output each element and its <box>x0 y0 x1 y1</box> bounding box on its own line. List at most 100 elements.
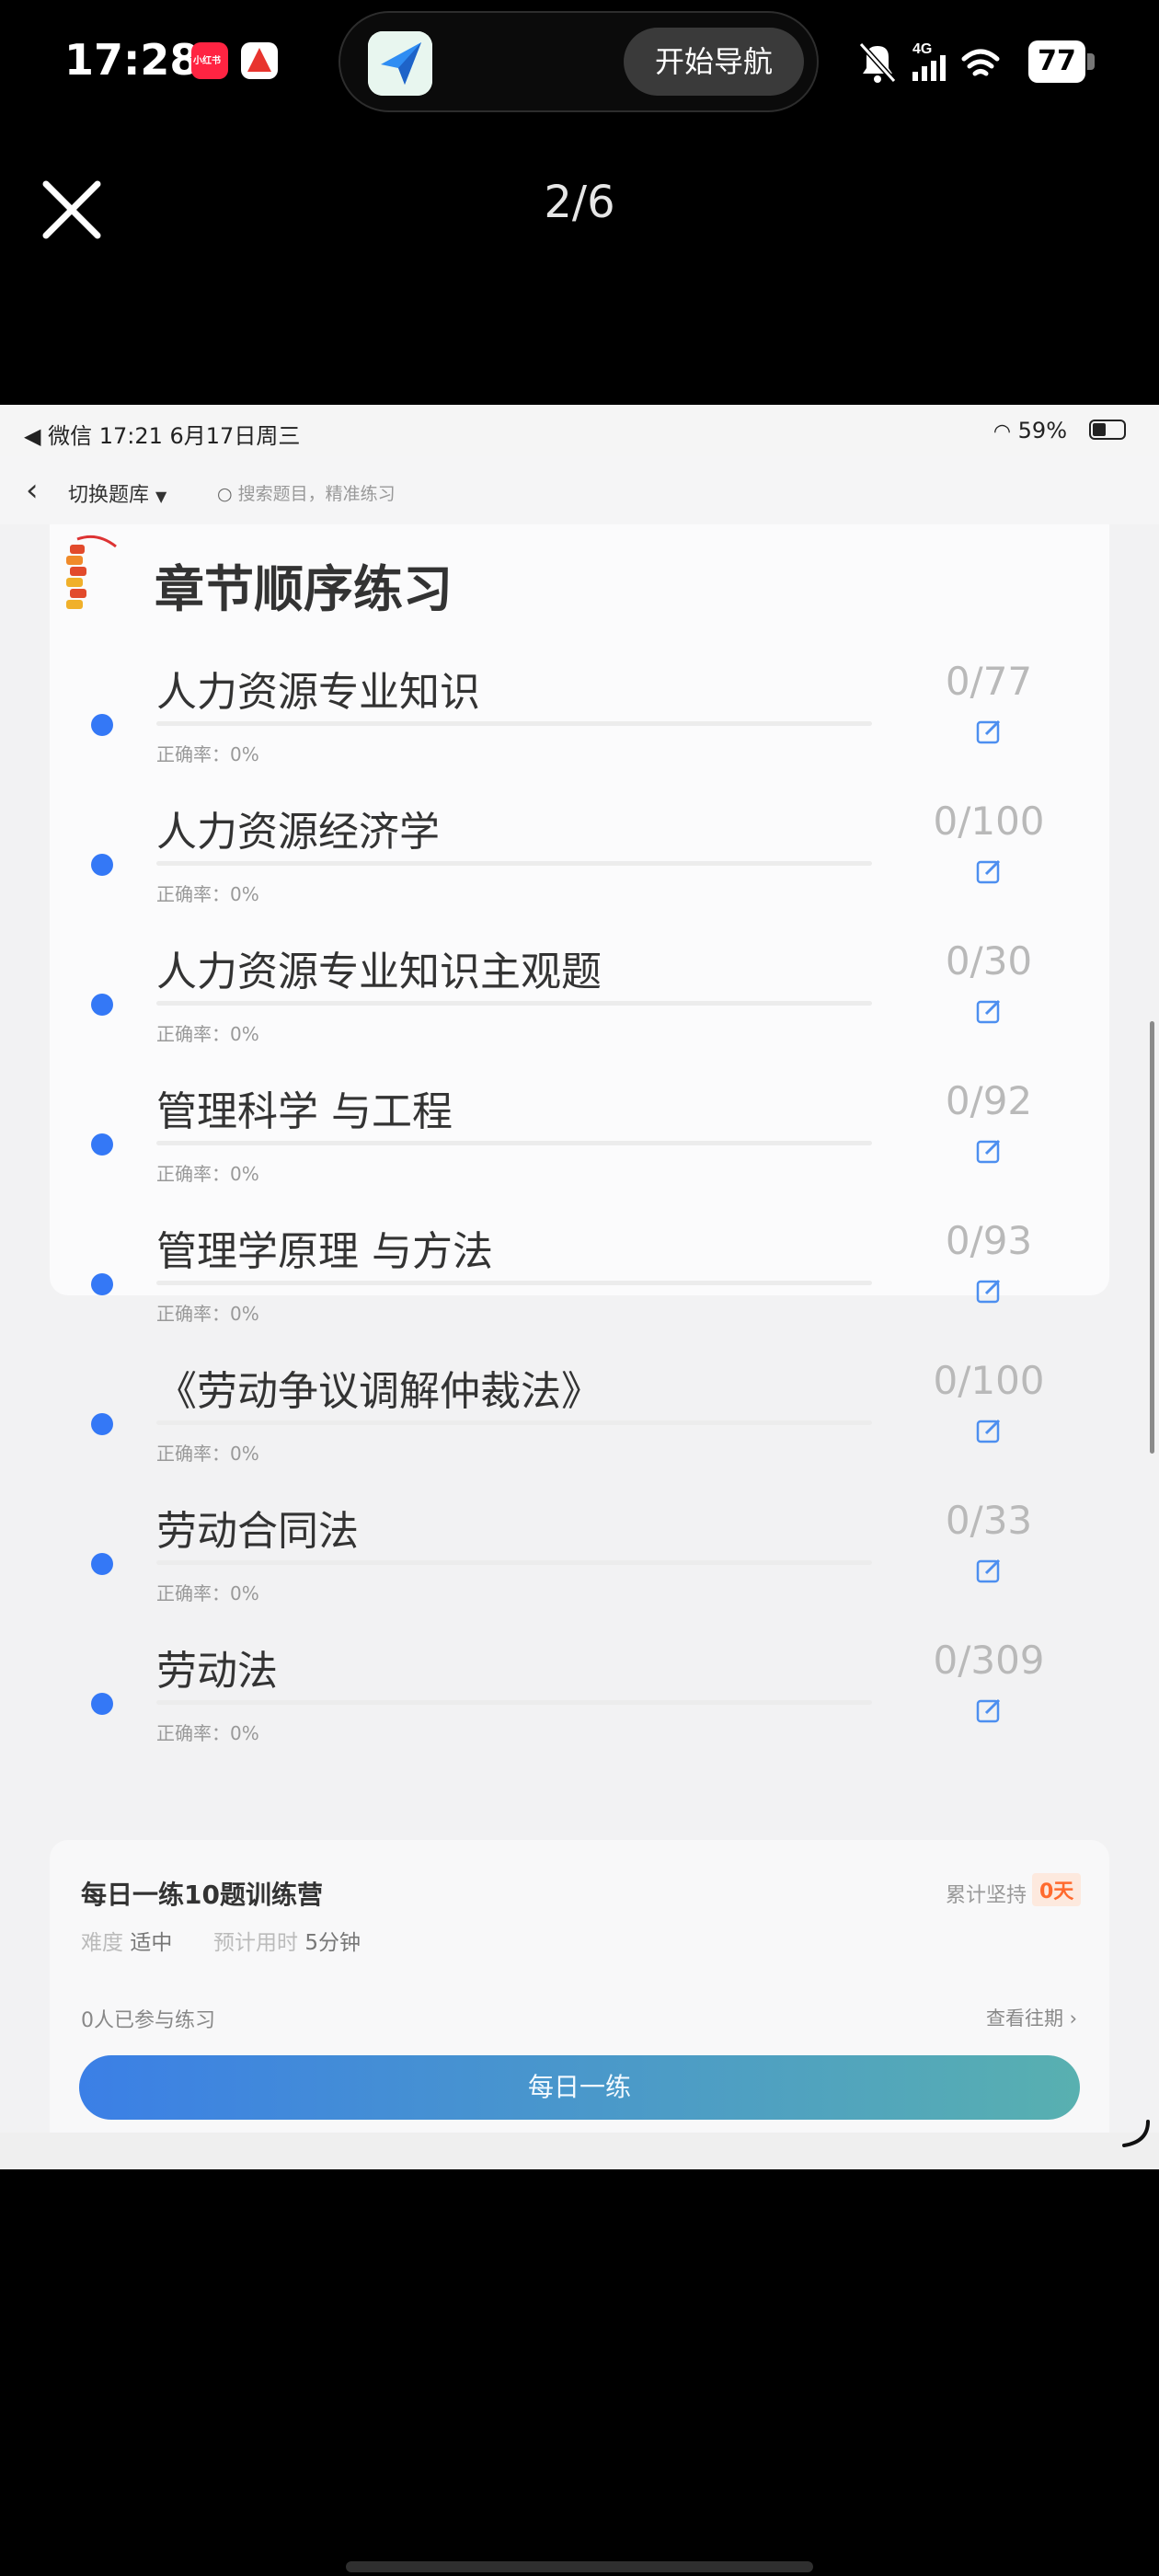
back-chevron-icon[interactable]: ‹ <box>26 475 39 506</box>
persist-days-badge: 0天 <box>1032 1873 1082 1906</box>
chapter-item[interactable]: 《劳动争议调解仲裁法》 正确率：0% 0/100 <box>0 1358 1159 1498</box>
question-count: 0/33 <box>945 1498 1033 1543</box>
bullet-dot <box>91 1413 113 1435</box>
caret-down-icon: ▼ <box>155 488 167 505</box>
question-count: 0/100 <box>933 1358 1045 1403</box>
chapter-item[interactable]: 人力资源专业知识主观题 正确率：0% 0/30 <box>0 938 1159 1078</box>
chapter-item[interactable]: 管理科学 与工程 正确率：0% 0/92 <box>0 1078 1159 1218</box>
difficulty: 难度 适中 <box>81 1925 172 1956</box>
paper-plane-icon <box>368 31 432 96</box>
inner-status-bar: ◀ 微信 17:21 6月17日周三 ◠ 59% <box>0 405 1159 456</box>
accuracy-rate: 正确率：0% <box>156 1023 259 1045</box>
inner-battery-icon <box>1089 420 1126 440</box>
accuracy-rate: 正确率：0% <box>156 743 259 765</box>
bullet-dot <box>91 994 113 1016</box>
view-history-link[interactable]: 查看往期 › <box>986 2004 1077 2031</box>
notification-app-icon <box>241 42 278 79</box>
edit-icon[interactable] <box>975 1557 1003 1584</box>
screenshot-image[interactable]: ◀ 微信 17:21 6月17日周三 ◠ 59% ‹ 切换题库 ▼ ○ 搜索题目… <box>0 405 1159 2169</box>
daily-practice-button[interactable]: 每日一练 <box>79 2055 1080 2120</box>
progress-bar <box>156 721 872 726</box>
home-indicator[interactable] <box>346 2561 813 2572</box>
start-navigation-button[interactable]: 开始导航 <box>624 28 804 96</box>
inner-status-right: ◠ 59% <box>993 418 1067 443</box>
wifi-icon <box>961 49 1000 76</box>
page-indicator: 2/6 <box>544 177 615 228</box>
inner-battery-percent: 59% <box>1017 418 1067 443</box>
firecracker-icon <box>55 532 118 615</box>
chapter-item-name: 劳动法 <box>156 1648 278 1695</box>
xiaohongshu-app-icon: 小红书 <box>191 42 228 79</box>
accuracy-rate: 正确率：0% <box>156 1443 259 1465</box>
difficulty-value: 适中 <box>130 1931 173 1955</box>
accuracy-rate: 正确率：0% <box>156 883 259 905</box>
chapter-item-name: 人力资源专业知识 <box>156 669 480 716</box>
progress-bar <box>156 1001 872 1006</box>
time-label: 预计用时 <box>213 1931 298 1955</box>
search-icon: ○ <box>217 484 233 504</box>
bullet-dot <box>91 1133 113 1156</box>
progress-bar <box>156 861 872 866</box>
edit-icon[interactable] <box>975 857 1003 885</box>
accuracy-rate: 正确率：0% <box>156 1163 259 1185</box>
scrollbar[interactable] <box>1150 1021 1154 1454</box>
chapter-item[interactable]: 人力资源专业知识 正确率：0% 0/77 <box>0 659 1159 799</box>
time-value: 5分钟 <box>304 1931 361 1955</box>
progress-bar <box>156 1560 872 1565</box>
accuracy-rate: 正确率：0% <box>156 1303 259 1325</box>
bullet-dot <box>91 714 113 736</box>
mute-bell-icon <box>858 41 897 84</box>
xiaohongshu-badge-text: 小红书 <box>193 56 221 66</box>
camp-title: 每日一练10题训练营 <box>81 1880 323 1910</box>
question-count: 0/30 <box>945 938 1033 983</box>
switch-bank-label: 切换题库 <box>68 484 150 507</box>
edit-icon[interactable] <box>975 997 1003 1025</box>
question-count: 0/93 <box>945 1218 1033 1263</box>
question-count: 0/100 <box>933 799 1045 844</box>
chapter-item[interactable]: 劳动合同法 正确率：0% 0/33 <box>0 1498 1159 1638</box>
chapter-item[interactable]: 劳动法 正确率：0% 0/309 <box>0 1638 1159 1777</box>
battery-indicator: 77 <box>1028 40 1085 83</box>
chapter-item-name: 《劳动争议调解仲裁法》 <box>156 1368 602 1415</box>
question-count: 0/77 <box>945 659 1033 704</box>
question-count: 0/92 <box>945 1078 1033 1123</box>
progress-bar <box>156 1700 872 1705</box>
chapter-item-name: 管理学原理 与方法 <box>156 1228 493 1275</box>
chapter-item-name: 劳动合同法 <box>156 1508 359 1555</box>
edit-icon[interactable] <box>975 718 1003 745</box>
navigation-app-icon[interactable] <box>368 31 432 96</box>
cellular-signal-icon: 4G <box>912 41 946 81</box>
progress-bar <box>156 1281 872 1285</box>
svg-text:4G: 4G <box>912 41 932 57</box>
accuracy-rate: 正确率：0% <box>156 1582 259 1604</box>
difficulty-label: 难度 <box>81 1931 123 1955</box>
close-icon[interactable] <box>37 175 107 245</box>
switch-question-bank[interactable]: 切换题库 ▼ <box>68 478 166 508</box>
progress-bar <box>156 1141 872 1145</box>
estimated-time: 预计用时 5分钟 <box>213 1925 361 1956</box>
chapter-item-name: 管理科学 与工程 <box>156 1088 453 1135</box>
edit-icon[interactable] <box>975 1277 1003 1305</box>
edit-icon[interactable] <box>975 1137 1003 1165</box>
accuracy-rate: 正确率：0% <box>156 1722 259 1744</box>
chapter-item-name: 人力资源经济学 <box>156 809 440 856</box>
question-count: 0/309 <box>933 1638 1045 1683</box>
chapter-item[interactable]: 人力资源经济学 正确率：0% 0/100 <box>0 799 1159 938</box>
loading-spinner-icon <box>1117 2114 1153 2151</box>
edit-icon[interactable] <box>975 1417 1003 1444</box>
inner-status-left: ◀ 微信 17:21 6月17日周三 <box>24 423 301 449</box>
edit-icon[interactable] <box>975 1696 1003 1724</box>
bullet-dot <box>91 854 113 876</box>
bullet-dot <box>91 1553 113 1575</box>
inner-wifi-icon: ◠ <box>993 420 1012 443</box>
chapter-title: 章节顺序练习 <box>155 560 453 618</box>
bottom-strip <box>0 2133 1159 2169</box>
search-placeholder: 搜索题目，精准练习 <box>237 484 396 504</box>
chapter-item[interactable]: 管理学原理 与方法 正确率：0% 0/93 <box>0 1218 1159 1358</box>
inner-top-bar: ‹ 切换题库 ▼ ○ 搜索题目，精准练习 <box>0 456 1159 524</box>
persist-label: 累计坚持 <box>946 1884 1027 1907</box>
battery-tip <box>1087 53 1095 70</box>
progress-bar <box>156 1420 872 1425</box>
search-field[interactable]: ○ 搜索题目，精准练习 <box>217 480 396 505</box>
bullet-dot <box>91 1273 113 1295</box>
